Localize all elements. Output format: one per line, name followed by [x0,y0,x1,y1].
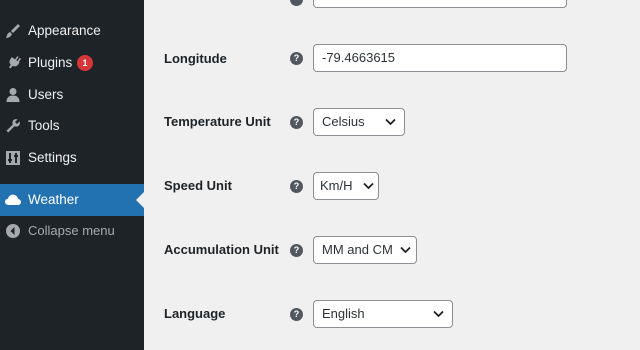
longitude-row: Longitude ? -79.4663615 [0,42,640,76]
longitude-field[interactable]: -79.4663615 [313,44,567,72]
accumulation-unit-label: Accumulation Unit [164,242,279,257]
language-label: Language [164,306,226,321]
help-icon[interactable]: ? [290,52,303,65]
speed-unit-select[interactable]: Km/H [313,172,379,200]
user-icon [4,86,22,104]
paintbrush-icon [4,22,22,40]
chevron-down-icon [433,310,444,318]
help-icon[interactable]: ? [290,180,303,193]
language-row: Language ? English [0,297,640,331]
chevron-down-icon [363,182,374,190]
longitude-label: Longitude [164,51,227,66]
speed-unit-label: Speed Unit [164,178,232,193]
latitude-field[interactable] [313,0,567,8]
chevron-down-icon [400,246,411,254]
accumulation-unit-row: Accumulation Unit ? MM and CM [0,233,640,267]
help-icon[interactable]: ? [290,244,303,257]
selected-value: English [322,306,365,321]
temperature-unit-select[interactable]: Celsius [313,108,405,136]
temperature-unit-row: Temperature Unit ? Celsius [0,105,640,139]
settings-icon [4,149,22,167]
selected-value: Celsius [322,114,365,129]
speed-unit-row: Speed Unit ? Km/H [0,169,640,203]
help-icon[interactable]: ? [290,308,303,321]
language-select[interactable]: English [313,300,453,328]
help-icon[interactable]: ? [290,116,303,129]
temperature-unit-label: Temperature Unit [164,114,271,129]
chevron-down-icon [385,118,396,126]
selected-value: MM and CM [322,242,393,257]
selected-value: Km/H [320,178,353,193]
accumulation-unit-select[interactable]: MM and CM [313,236,417,264]
help-icon[interactable] [290,0,303,6]
